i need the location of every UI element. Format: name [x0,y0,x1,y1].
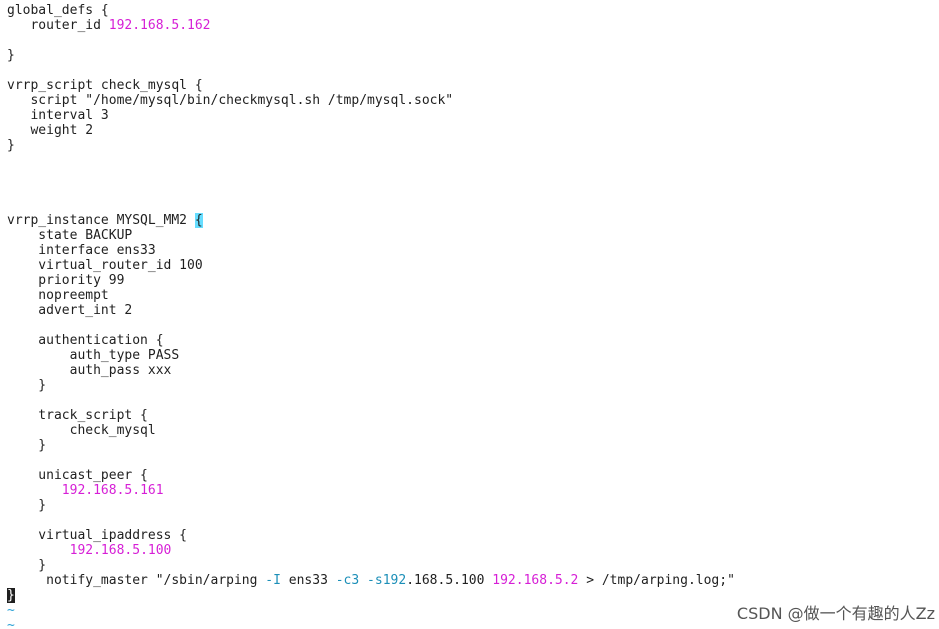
code-line[interactable]: track_script { [7,408,148,423]
code-token: track_script { [7,408,148,423]
code-line[interactable]: weight 2 [7,123,93,138]
code-line[interactable]: ~ [7,618,15,629]
code-line[interactable]: } [7,588,15,603]
code-line[interactable]: vrrp_instance MYSQL_MM2 { [7,213,203,228]
ip-address-token: 192.168.5.100 [69,543,172,558]
code-line[interactable]: state BACKUP [7,228,132,243]
code-line[interactable]: } [7,438,46,453]
code-token: check_mysql [7,423,156,438]
code-token: } [7,138,15,153]
matched-brace-cursor: { [194,213,203,228]
empty-line-tilde: ~ [7,618,15,629]
option-flag-token: -I [265,573,281,588]
code-token: advert_int 2 [7,303,133,318]
code-line[interactable]: check_mysql [7,423,156,438]
code-token: vrrp_script check_mysql { [7,78,203,93]
code-line[interactable]: auth_type PASS [7,348,180,363]
code-token: script "/home/mysql/bin/checkmysql.sh /t… [7,93,454,108]
code-line[interactable]: global_defs { [7,3,109,18]
code-line[interactable]: router_id 192.168.5.162 [7,18,211,33]
code-line[interactable]: priority 99 [7,273,124,288]
code-line[interactable]: } [7,138,15,153]
ip-address-token: 192.168.5.161 [61,483,164,498]
code-line[interactable]: } [7,378,46,393]
ip-address-token: 192.168.5.162 [108,18,211,33]
code-line[interactable]: 192.168.5.161 [7,483,164,498]
code-token: interface ens33 [7,243,156,258]
code-token: vrrp_instance MYSQL_MM2 [7,213,195,228]
code-line[interactable]: interface ens33 [7,243,156,258]
code-line[interactable]: virtual_ipaddress { [7,528,187,543]
ip-address-token: 192.168.5.2 [492,573,579,588]
option-flag-token: -s192 [367,573,407,588]
code-token: > /tmp/arping.log;" [578,573,735,588]
code-line[interactable]: } [7,558,46,573]
code-token: priority 99 [7,273,125,288]
code-line[interactable]: unicast_peer { [7,468,148,483]
code-token: } [7,558,47,573]
code-token: virtual_ipaddress { [7,528,188,543]
code-line[interactable]: auth_pass xxx [7,363,172,378]
text-cursor: } [7,588,15,603]
csdn-watermark: CSDN @做一个有趣的人Zz [736,604,935,623]
code-token: global_defs { [7,3,109,18]
code-line[interactable]: authentication { [7,333,164,348]
code-token: auth_pass xxx [7,363,172,378]
code-token: authentication { [7,333,164,348]
code-token: ens33 [280,573,336,588]
code-token: } [7,498,47,513]
code-token: } [7,48,15,63]
code-line[interactable]: 192.168.5.100 [7,543,172,558]
code-line[interactable]: } [7,498,46,513]
code-line[interactable]: advert_int 2 [7,303,132,318]
code-line[interactable]: ~ [7,603,15,618]
code-line[interactable]: nopreempt [7,288,109,303]
code-line[interactable]: vrrp_script check_mysql { [7,78,203,93]
code-token: auth_type PASS [7,348,180,363]
code-token: weight 2 [7,123,94,138]
code-token: } [7,378,47,393]
option-flag-token: -c3 [335,573,360,588]
code-token: state BACKUP [7,228,133,243]
code-token: virtual_router_id 100 [7,258,203,273]
code-line[interactable]: virtual_router_id 100 [7,258,203,273]
code-token: .168.5.100 [406,573,493,588]
code-line[interactable]: script "/home/mysql/bin/checkmysql.sh /t… [7,93,453,108]
code-line[interactable]: notify_master "/sbin/arping -I ens33 -c3… [7,573,735,588]
code-token: } [7,438,47,453]
code-token: notify_master "/sbin/arping [7,573,266,588]
empty-line-tilde: ~ [7,603,15,618]
code-token: interval 3 [7,108,109,123]
code-token: unicast_peer { [7,468,148,483]
terminal-window[interactable]: global_defs { router_id 192.168.5.162} vr… [0,0,939,629]
code-token: nopreempt [7,288,109,303]
code-line[interactable]: } [7,48,15,63]
code-line[interactable]: interval 3 [7,108,109,123]
code-token: router_id [7,18,109,33]
